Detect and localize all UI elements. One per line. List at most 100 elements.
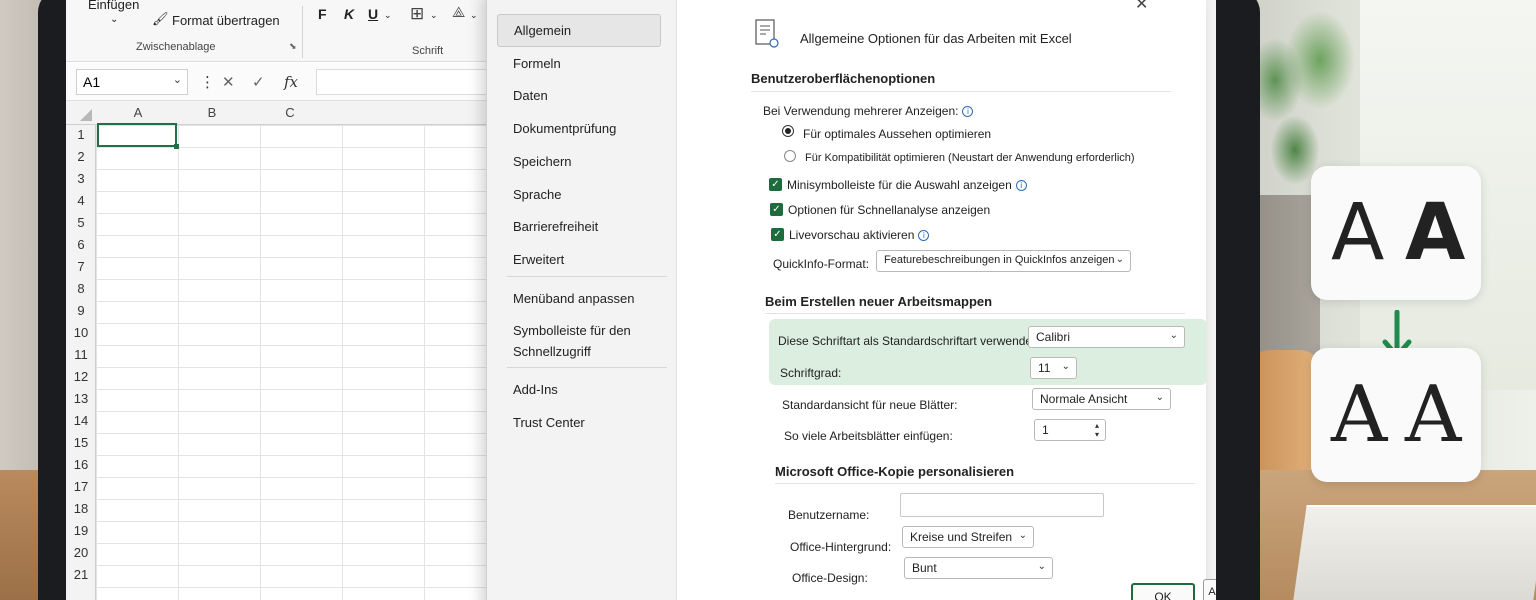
badge-letter-serif: A [1405, 370, 1462, 460]
row-header[interactable]: 7 [66, 259, 96, 274]
nav-item-dokumentpruefung[interactable]: Dokumentprüfung [497, 113, 661, 144]
clipboard-launcher-icon[interactable]: ⬊ [289, 41, 297, 52]
nav-item-add-ins[interactable]: Add-Ins [497, 374, 661, 405]
row-header[interactable]: 4 [66, 193, 96, 208]
quickinfo-label: QuickInfo-Format: [773, 257, 870, 271]
close-icon[interactable]: ✕ [1135, 0, 1148, 14]
select-all-icon[interactable] [80, 109, 92, 121]
row-header[interactable]: 1 [66, 127, 96, 142]
default-view-dropdown[interactable]: Normale Ansicht ⌄ [1032, 388, 1171, 410]
borders-icon[interactable]: ⊞ [410, 4, 424, 24]
row-header[interactable]: 12 [66, 369, 96, 384]
multi-display-text: Bei Verwendung mehrerer Anzeigen: [763, 104, 959, 118]
italic-button[interactable]: K [344, 6, 354, 22]
underline-button[interactable]: U [368, 6, 378, 22]
name-box-value: A1 [83, 74, 101, 90]
font-size-dropdown[interactable]: 11 ⌄ [1030, 357, 1077, 379]
font-group-label: Schrift [412, 45, 444, 57]
checkbox-quickanalysis[interactable]: ✓ [770, 203, 783, 216]
row-header[interactable]: 6 [66, 237, 96, 252]
nav-item-menueband[interactable]: Menüband anpassen [497, 283, 661, 314]
sheet-count-value: 1 [1042, 423, 1049, 437]
ok-button[interactable]: OK [1131, 583, 1195, 600]
row-header[interactable]: 14 [66, 413, 96, 428]
paste-dropdown-chevron-icon[interactable]: ⌄ [110, 14, 118, 25]
nav-item-allgemein[interactable]: Allgemein [497, 14, 661, 47]
cancel-button[interactable]: Abbrechen [1203, 579, 1216, 600]
column-header-a[interactable]: A [128, 105, 148, 120]
nav-item-speichern[interactable]: Speichern [497, 146, 661, 177]
row-header[interactable]: 19 [66, 523, 96, 538]
nav-divider [507, 276, 667, 277]
username-input[interactable] [900, 493, 1104, 517]
fill-color-chevron-icon[interactable]: ⌄ [470, 10, 478, 21]
row-header[interactable]: 15 [66, 435, 96, 450]
spinner-arrows-icon[interactable]: ▴ ▾ [1095, 421, 1099, 439]
section-divider [775, 483, 1195, 484]
notebook [1293, 505, 1536, 600]
font-badge-after: A A [1311, 348, 1481, 482]
fill-color-icon[interactable]: ⟁ [452, 4, 465, 21]
checkbox-minitoolbar[interactable]: ✓ [769, 178, 782, 191]
row-header[interactable]: 18 [66, 501, 96, 516]
nav-item-daten[interactable]: Daten [497, 80, 661, 111]
nav-item-barrierefreiheit[interactable]: Barrierefreiheit [497, 211, 661, 242]
borders-chevron-icon[interactable]: ⌄ [430, 10, 438, 21]
row-header[interactable]: 5 [66, 215, 96, 230]
sheet-count-spinner[interactable]: 1 ▴ ▾ [1034, 419, 1106, 441]
row-header[interactable]: 3 [66, 171, 96, 186]
nav-item-sprache[interactable]: Sprache [497, 179, 661, 210]
quickanalysis-label: Optionen für Schnellanalyse anzeigen [788, 203, 991, 217]
row-header[interactable]: 11 [66, 347, 96, 362]
radio-optimal[interactable] [782, 125, 794, 137]
quickinfo-value: Featurebeschreibungen in QuickInfos anze… [884, 254, 1115, 266]
clipboard-group-label: Zwischenablage [136, 41, 216, 53]
chevron-down-icon[interactable]: ⌄ [173, 73, 182, 86]
default-font-label: Diese Schriftart als Standardschriftart … [778, 334, 1043, 348]
general-options-icon [755, 19, 779, 48]
column-header-c[interactable]: C [280, 105, 300, 120]
quickinfo-dropdown[interactable]: Featurebeschreibungen in QuickInfos anze… [876, 250, 1131, 272]
radio-compat[interactable] [784, 150, 796, 162]
font-size-label: Schriftgrad: [780, 366, 842, 380]
row-header[interactable]: 13 [66, 391, 96, 406]
info-icon[interactable]: i [918, 230, 930, 241]
info-icon[interactable]: i [962, 106, 974, 117]
nav-item-formeln[interactable]: Formeln [497, 48, 661, 79]
nav-item-trust-center[interactable]: Trust Center [497, 407, 661, 438]
default-font-dropdown[interactable]: Calibri ⌄ [1028, 326, 1185, 348]
chevron-down-icon: ⌄ [1169, 330, 1178, 341]
enter-icon[interactable]: ✓ [252, 73, 265, 91]
name-box[interactable]: A1 ⌄ [76, 69, 188, 95]
insert-function-icon[interactable]: fx [284, 73, 298, 91]
format-painter-button[interactable]: Format übertragen [172, 13, 280, 28]
row-header[interactable]: 8 [66, 281, 96, 296]
radio-compat-label: Für Kompatibilität optimieren (Neustart … [805, 152, 1135, 164]
paste-button[interactable]: Einfügen [88, 0, 139, 12]
office-design-dropdown[interactable]: Bunt ⌄ [904, 557, 1053, 579]
cancel-icon[interactable]: ✕ [222, 73, 235, 91]
fill-handle[interactable] [174, 144, 179, 149]
row-header[interactable]: 21 [66, 567, 96, 582]
nav-item-erweitert[interactable]: Erweitert [497, 244, 661, 275]
more-options-icon[interactable]: ⋮ [200, 73, 215, 91]
worksheet-grid[interactable]: A B C 1 2 3 4 5 6 7 8 9 10 11 12 13 14 1… [66, 101, 536, 600]
row-header[interactable]: 20 [66, 545, 96, 560]
info-icon[interactable]: i [1015, 180, 1027, 191]
office-background-dropdown[interactable]: Kreise und Streifen ⌄ [902, 526, 1034, 548]
underline-chevron-icon[interactable]: ⌄ [384, 10, 392, 21]
username-label: Benutzername: [788, 508, 870, 522]
row-header[interactable]: 16 [66, 457, 96, 472]
bold-button[interactable]: F [318, 6, 327, 22]
checkbox-livepreview[interactable]: ✓ [771, 228, 784, 241]
section-divider [751, 91, 1171, 92]
ribbon-separator [302, 6, 303, 58]
row-header[interactable]: 9 [66, 303, 96, 318]
row-header[interactable]: 10 [66, 325, 96, 340]
nav-item-schnellzugriff[interactable]: Symbolleiste für den Schnellzugriff [497, 316, 647, 370]
row-header[interactable]: 2 [66, 149, 96, 164]
laptop-screen: Einfügen ⌄ 🖌 Format übertragen Zwischena… [66, 0, 1216, 600]
column-header-b[interactable]: B [202, 105, 222, 120]
active-cell-a1[interactable] [97, 123, 177, 147]
row-header[interactable]: 17 [66, 479, 96, 494]
